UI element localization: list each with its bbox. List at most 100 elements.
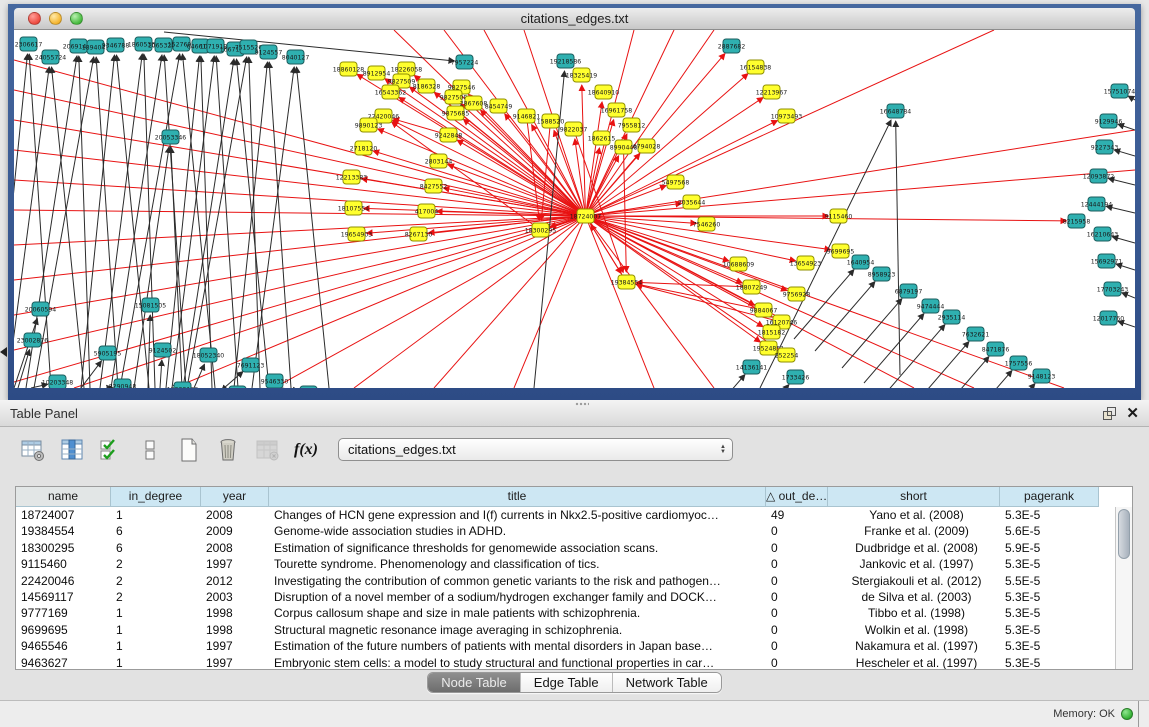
- function-builder-button[interactable]: f(x): [291, 435, 321, 465]
- window-titlebar[interactable]: citations_edges.txt: [14, 8, 1135, 30]
- table-cell[interactable]: 9777169: [16, 605, 111, 621]
- close-panel-button[interactable]: ✕: [1126, 407, 1139, 420]
- table-cell[interactable]: 5.3E-5: [1000, 638, 1099, 654]
- table-cell[interactable]: Disruption of a novel member of a sodium…: [269, 589, 766, 605]
- column-header-title[interactable]: title: [269, 487, 766, 507]
- table-row[interactable]: 1830029562008Estimation of significance …: [16, 540, 1132, 556]
- tab-network-table[interactable]: Network Table: [612, 673, 721, 692]
- collapse-arrow-icon[interactable]: [0, 347, 7, 357]
- table-cell[interactable]: 1997: [201, 638, 269, 654]
- table-row[interactable]: 946362711997Embryonic stem cells: a mode…: [16, 655, 1132, 670]
- table-row[interactable]: 977716911998Corpus callosum shape and si…: [16, 605, 1132, 621]
- table-cell[interactable]: de Silva et al. (2003): [828, 589, 1000, 605]
- table-row[interactable]: 2242004622012Investigating the contribut…: [16, 573, 1132, 589]
- table-cell[interactable]: 9115460: [16, 556, 111, 572]
- table-cell[interactable]: 5.3E-5: [1000, 556, 1099, 572]
- zoom-window-button[interactable]: [70, 12, 83, 25]
- graph-node[interactable]: [300, 386, 317, 388]
- table-cell[interactable]: 5.3E-5: [1000, 655, 1099, 670]
- table-cell[interactable]: 5.6E-5: [1000, 523, 1099, 539]
- table-cell[interactable]: Estimation of significance thresholds fo…: [269, 540, 766, 556]
- table-cell[interactable]: Nakamura et al. (1997): [828, 638, 1000, 654]
- table-cell[interactable]: Genome-wide association studies in ADHD.: [269, 523, 766, 539]
- table-cell[interactable]: 9699695: [16, 622, 111, 638]
- minimize-window-button[interactable]: [49, 12, 62, 25]
- table-cell[interactable]: 2008: [201, 507, 269, 523]
- table-cell[interactable]: Jankovic et al. (1997): [828, 556, 1000, 572]
- table-cell[interactable]: Tibbo et al. (1998): [828, 605, 1000, 621]
- table-cell[interactable]: Wolkin et al. (1998): [828, 622, 1000, 638]
- table-row[interactable]: 969969511998Structural magnetic resonanc…: [16, 622, 1132, 638]
- vertical-scrollbar[interactable]: [1115, 507, 1132, 669]
- table-cell[interactable]: 2: [111, 573, 201, 589]
- table-cell[interactable]: Structural magnetic resonance image aver…: [269, 622, 766, 638]
- table-cell[interactable]: Dudbridge et al. (2008): [828, 540, 1000, 556]
- panel-resize-grip[interactable]: [575, 402, 589, 406]
- tab-node-table[interactable]: Node Table: [428, 673, 520, 692]
- table-cell[interactable]: 6: [111, 523, 201, 539]
- table-settings-button[interactable]: [18, 435, 48, 465]
- table-cell[interactable]: 1: [111, 605, 201, 621]
- table-selector-dropdown[interactable]: citations_edges.txt ▲▼: [338, 438, 733, 461]
- table-row[interactable]: 1456911722003Disruption of a novel membe…: [16, 589, 1132, 605]
- stacked-rows-button[interactable]: [135, 435, 165, 465]
- column-chooser-button[interactable]: [57, 435, 87, 465]
- table-cell[interactable]: 1: [111, 655, 201, 670]
- table-cell[interactable]: 0: [766, 638, 828, 654]
- table-row[interactable]: 1872400712008Changes of HCN gene express…: [16, 507, 1132, 523]
- table-cell[interactable]: 2: [111, 556, 201, 572]
- table-cell[interactable]: Embryonic stem cells: a model to study s…: [269, 655, 766, 670]
- table-cell[interactable]: 19384554: [16, 523, 111, 539]
- scrollbar-thumb[interactable]: [1118, 509, 1130, 559]
- table-cell[interactable]: 5.3E-5: [1000, 622, 1099, 638]
- table-cell[interactable]: 14569117: [16, 589, 111, 605]
- table-cell[interactable]: 1998: [201, 622, 269, 638]
- table-cell[interactable]: 2008: [201, 540, 269, 556]
- table-cell[interactable]: 2: [111, 589, 201, 605]
- delete-column-button[interactable]: [252, 435, 282, 465]
- table-cell[interactable]: Corpus callosum shape and size in male p…: [269, 605, 766, 621]
- table-cell[interactable]: 22420046: [16, 573, 111, 589]
- table-cell[interactable]: Hescheler et al. (1997): [828, 655, 1000, 670]
- table-cell[interactable]: Franke et al. (2009): [828, 523, 1000, 539]
- table-cell[interactable]: 1: [111, 622, 201, 638]
- table-cell[interactable]: Changes of HCN gene expression and I(f) …: [269, 507, 766, 523]
- table-cell[interactable]: 0: [766, 622, 828, 638]
- table-cell[interactable]: 1997: [201, 655, 269, 670]
- table-cell[interactable]: Stergiakouli et al. (2012): [828, 573, 1000, 589]
- table-cell[interactable]: 2003: [201, 589, 269, 605]
- table-cell[interactable]: 0: [766, 523, 828, 539]
- table-cell[interactable]: Tourette syndrome. Phenomenology and cla…: [269, 556, 766, 572]
- table-cell[interactable]: 1997: [201, 556, 269, 572]
- column-header-short[interactable]: short: [828, 487, 1000, 507]
- row-selection-button[interactable]: [96, 435, 126, 465]
- table-cell[interactable]: Estimation of the future numbers of pati…: [269, 638, 766, 654]
- float-panel-button[interactable]: [1103, 407, 1116, 420]
- table-cell[interactable]: 1998: [201, 605, 269, 621]
- table-cell[interactable]: 2012: [201, 573, 269, 589]
- table-cell[interactable]: 0: [766, 589, 828, 605]
- table-cell[interactable]: 0: [766, 573, 828, 589]
- table-cell[interactable]: 5.5E-5: [1000, 573, 1099, 589]
- table-cell[interactable]: 5.3E-5: [1000, 507, 1099, 523]
- table-cell[interactable]: 5.3E-5: [1000, 589, 1099, 605]
- table-cell[interactable]: 6: [111, 540, 201, 556]
- table-cell[interactable]: 0: [766, 655, 828, 670]
- column-header-out_de[interactable]: △ out_de…: [766, 487, 828, 507]
- table-cell[interactable]: 1: [111, 638, 201, 654]
- table-cell[interactable]: 0: [766, 540, 828, 556]
- table-cell[interactable]: 9463627: [16, 655, 111, 670]
- table-cell[interactable]: 5.3E-5: [1000, 605, 1099, 621]
- table-cell[interactable]: 2009: [201, 523, 269, 539]
- table-row[interactable]: 911546021997Tourette syndrome. Phenomeno…: [16, 556, 1132, 572]
- close-window-button[interactable]: [28, 12, 41, 25]
- table-row[interactable]: 946554611997Estimation of the future num…: [16, 638, 1132, 654]
- table-cell[interactable]: Investigating the contribution of common…: [269, 573, 766, 589]
- table-cell[interactable]: Yano et al. (2008): [828, 507, 1000, 523]
- table-cell[interactable]: 9465546: [16, 638, 111, 654]
- table-cell[interactable]: 49: [766, 507, 828, 523]
- table-cell[interactable]: 1: [111, 507, 201, 523]
- table-row[interactable]: 1938455462009Genome-wide association stu…: [16, 523, 1132, 539]
- tab-edge-table[interactable]: Edge Table: [520, 673, 612, 692]
- table-cell[interactable]: 18724007: [16, 507, 111, 523]
